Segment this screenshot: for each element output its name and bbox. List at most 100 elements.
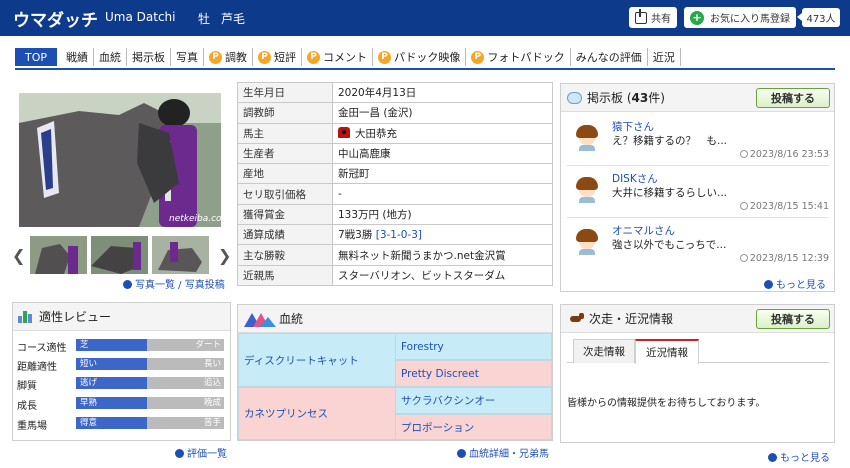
bbs-post-button[interactable]: 投稿する — [756, 88, 830, 108]
favorite-label: お気に入り馬登録 — [710, 14, 790, 25]
premium-icon: P — [471, 50, 485, 64]
aptitude-left: 逃げ — [80, 378, 98, 388]
next-post-button[interactable]: 投稿する — [756, 309, 830, 329]
profile-value: 新冠町 — [332, 163, 553, 185]
tab-photos[interactable]: 写真 — [171, 48, 205, 66]
sire-sire-cell[interactable]: Forestry — [395, 333, 552, 360]
pedigree-panel: 血統 ディスクリートキャット Forestry Pretty Discreet … — [237, 304, 553, 441]
horse-roman-name: Uma Datchi — [105, 10, 176, 24]
tab-recent-info[interactable]: 近況情報 — [635, 339, 699, 364]
profile-key: 通算成績 — [237, 224, 333, 246]
thumbnail[interactable] — [30, 236, 87, 274]
next-race-title: 次走・近況情報 — [589, 312, 674, 326]
arrow-circle-icon — [768, 453, 777, 462]
pedigree-detail-link[interactable]: 血統詳細・兄弟馬 — [457, 445, 549, 460]
tab-pedigree[interactable]: 血統 — [94, 48, 128, 66]
breeder-link[interactable]: 中山高鹿康 — [332, 142, 553, 165]
avatar — [573, 227, 601, 255]
horse-photo[interactable]: netkeiba.com — [19, 93, 221, 227]
chevron-left-icon[interactable]: ❮ — [12, 246, 25, 265]
profile-key: セリ取引価格 — [237, 183, 333, 205]
profile-key: 近親馬 — [237, 264, 333, 286]
aptitude-panel: 適性レビュー コース適性 芝 ダート 距離適性 短い 長い 脚質 逃げ 追込 成長 早… — [12, 302, 231, 441]
table-row: 産地 新冠町 — [237, 163, 553, 185]
tab-photo-paddock[interactable]: P フォトパドック — [466, 48, 571, 66]
trainer-link[interactable]: 金田一昌 (金沢) — [332, 102, 553, 124]
info-request-text: 皆様からの情報提供をお待ちしております。 — [567, 397, 766, 409]
horse-sex: 牡 — [198, 12, 211, 26]
rating-list-link[interactable]: 評価一覧 — [175, 445, 227, 460]
tab-next-race[interactable]: 次走情報 — [573, 339, 635, 363]
tab-short-review[interactable]: P 短評 — [253, 48, 303, 66]
dam-dam-cell[interactable]: プロポーション — [395, 414, 552, 440]
bbs-text: 大井に移籍するらしい... — [612, 187, 728, 199]
profile-key: 獲得賞金 — [237, 203, 333, 226]
aptitude-label: コース適性 — [17, 343, 67, 354]
table-row: 生産者 中山高鹿康 — [237, 142, 553, 165]
next-race-body: 皆様からの情報提供をお待ちしております。 — [567, 363, 829, 439]
tab-recent[interactable]: 近況 — [648, 48, 681, 66]
bbs-text: 強さ以外でもこっちで... — [612, 239, 727, 251]
dam-sire-cell[interactable]: サクラバクシンオー — [395, 387, 552, 414]
tab-comment[interactable]: P コメント — [302, 48, 374, 66]
list-item[interactable]: オニマルさん 強さ以外でもこっちで... 2023/8/15 12:39 — [567, 221, 829, 265]
bbs-user[interactable]: オニマルさん — [612, 223, 675, 238]
aptitude-left: 早熟 — [80, 398, 98, 408]
speech-bubble-icon — [567, 91, 582, 104]
tab-bbs[interactable]: 掲示板 — [127, 48, 172, 66]
tab-short-review-label: 短評 — [274, 51, 297, 64]
share-button[interactable]: 共有 — [629, 7, 677, 28]
favorite-button[interactable]: + お気に入り馬登録 — [684, 7, 796, 28]
premium-icon: P — [209, 50, 223, 64]
aptitude-right: ダート — [195, 340, 221, 350]
bar-chart-icon — [18, 310, 34, 323]
sire-cell[interactable]: ディスクリートキャット — [238, 333, 396, 387]
tab-paddock-video[interactable]: P パドック映像 — [373, 48, 467, 66]
premium-icon: P — [307, 50, 321, 64]
bbs-time: 2023/8/15 12:39 — [739, 253, 829, 264]
table-row: 調教師 金田一昌 (金沢) — [237, 102, 553, 124]
tab-results[interactable]: 戦績 — [61, 48, 95, 66]
avatar — [573, 175, 601, 203]
tab-ratings[interactable]: みんなの評価 — [571, 48, 648, 66]
thumbnail[interactable] — [91, 236, 148, 274]
photo-thumbnails: ❮ ❯ — [12, 236, 234, 276]
next-race-header: 次走・近況情報 投稿する — [561, 305, 834, 333]
bbs-time-text: 2023/8/15 12:39 — [749, 253, 829, 264]
tab-top[interactable]: TOP — [15, 48, 58, 66]
aptitude-label: 距離適性 — [17, 362, 57, 373]
table-row: 主な勝鞍 無料ネット新聞うまかつ.net金沢賞 — [237, 244, 553, 266]
profile-key: 生年月日 — [237, 81, 333, 104]
list-item[interactable]: DISKさん 大井に移籍するらしい... 2023/8/15 15:41 — [567, 169, 829, 213]
owner-link[interactable]: 大田恭充 — [332, 122, 553, 144]
main-win-link[interactable]: 無料ネット新聞うまかつ.net金沢賞 — [332, 244, 553, 266]
tab-training[interactable]: P 調教 — [204, 48, 254, 66]
thumbnail[interactable] — [152, 236, 209, 274]
bbs-user[interactable]: DISKさん — [612, 171, 658, 186]
rating-list-label: 評価一覧 — [187, 449, 227, 460]
tab-comment-label: コメント — [323, 51, 368, 64]
share-label: 共有 — [651, 14, 671, 25]
aptitude-bar: 逃げ 追込 — [76, 377, 224, 389]
aptitude-row: 脚質 逃げ 追込 — [17, 377, 227, 392]
aptitude-bar: 芝 ダート — [76, 339, 224, 351]
table-row: 通算成績 7戦3勝 [3-1-0-3] — [237, 224, 553, 246]
dam-cell[interactable]: カネツプリンセス — [238, 387, 396, 440]
avatar — [573, 123, 601, 151]
divider — [567, 217, 829, 218]
chevron-right-icon[interactable]: ❯ — [218, 246, 231, 265]
sire-dam-cell[interactable]: Pretty Discreet — [395, 360, 552, 387]
list-item[interactable]: 猿下さん え？移籍するの？ も... 2023/8/16 23:53 — [567, 117, 829, 161]
career-record-link[interactable]: [3-1-0-3] — [376, 229, 422, 241]
bbs-more-link[interactable]: もっと見る — [764, 276, 826, 291]
relatives-link[interactable]: スターバリオン、ビットスターダム — [332, 264, 553, 286]
aptitude-row: 成長 早熟 晩成 — [17, 397, 227, 412]
profile-key: 産地 — [237, 163, 333, 185]
bbs-user[interactable]: 猿下さん — [612, 119, 654, 134]
pedigree-title: 血統 — [279, 312, 304, 326]
photo-list-link[interactable]: 写真一覧 / 写真投稿 — [123, 276, 225, 291]
silks-icon — [338, 126, 350, 138]
aptitude-left: 芝 — [80, 340, 89, 350]
horse-photo-image: netkeiba.com — [19, 93, 221, 227]
next-more-link[interactable]: もっと見る — [768, 449, 830, 464]
